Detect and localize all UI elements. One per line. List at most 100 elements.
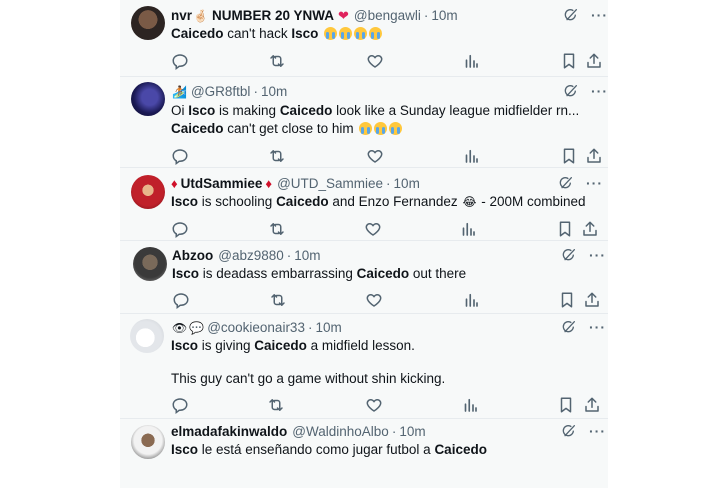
retweet-icon[interactable] <box>268 220 286 238</box>
grok-icon[interactable] <box>561 247 577 263</box>
views-icon[interactable] <box>459 220 477 238</box>
grok-icon[interactable] <box>561 319 577 335</box>
tweet-text: Isco is deadass embarrassing Caicedo out… <box>172 266 467 281</box>
tweet-text-line-1: Oi Isco is making Caicedo look like a Su… <box>171 103 580 118</box>
crying-emoji-icon <box>324 27 338 40</box>
bookmark-icon[interactable] <box>557 396 575 414</box>
bookmark-icon[interactable] <box>560 52 578 70</box>
retweet-icon[interactable] <box>268 52 286 70</box>
share-icon[interactable] <box>581 220 599 238</box>
tweet-text: Caicedo can't hack Isco <box>171 25 383 43</box>
views-icon[interactable] <box>461 396 479 414</box>
separator-dot: · <box>423 8 429 23</box>
eye-emoji-icon: 👁 <box>172 321 188 335</box>
tweet-text-line-2: This guy can't go a game without shin ki… <box>171 371 446 386</box>
tweet[interactable]: 🏄🏾 @GR8ftbl · 10m ··· Oi Isco is making … <box>120 77 608 167</box>
avatar[interactable] <box>131 425 165 459</box>
tweet[interactable]: ♦ UtdSammiee ♦ @UTD_Sammiee · 10m ··· Is… <box>120 168 608 240</box>
avatar[interactable] <box>131 6 165 40</box>
retweet-icon[interactable] <box>267 396 285 414</box>
fingers-emoji-icon: 🤞🏻 <box>193 9 208 23</box>
user-handle[interactable]: @bengawli <box>354 7 421 25</box>
more-icon[interactable]: ··· <box>591 7 608 23</box>
crying-emoji-icon <box>389 122 403 135</box>
user-handle[interactable]: @abz9880 <box>218 247 284 265</box>
timestamp[interactable]: 10m <box>315 319 341 337</box>
more-icon[interactable]: ··· <box>589 423 606 439</box>
crying-emoji-icon <box>359 122 373 135</box>
speech-bubble-emoji-icon: 💬 <box>189 321 205 335</box>
tweet-text: Isco le está enseñando como jugar futbol… <box>171 442 487 457</box>
more-icon[interactable]: ··· <box>586 175 603 191</box>
reply-icon[interactable] <box>171 52 189 70</box>
timeline: nvr 🤞🏻 NUMBER 20 YNWA ❤ @bengawli · 10m … <box>120 0 608 488</box>
separator-dot: · <box>253 84 258 99</box>
reply-icon[interactable] <box>171 220 189 238</box>
display-name[interactable]: Abzoo <box>172 247 213 265</box>
tweet-text: Isco is schooling Caicedo and Enzo Ferna… <box>171 194 586 209</box>
separator-dot: · <box>391 424 397 439</box>
retweet-icon[interactable] <box>268 147 286 165</box>
reply-icon[interactable] <box>171 147 189 165</box>
timestamp[interactable]: 10m <box>261 83 287 101</box>
reply-icon[interactable] <box>171 396 189 414</box>
heart-icon[interactable] <box>366 147 384 165</box>
retweet-icon[interactable] <box>269 291 287 309</box>
tweet[interactable]: Abzoo @abz9880 · 10m ··· Isco is deadass… <box>120 241 608 313</box>
surfer-emoji-icon: 🏄🏾 <box>172 85 187 99</box>
display-name[interactable]: elmadafakinwaldo <box>171 423 287 441</box>
separator-dot: · <box>307 320 313 335</box>
bookmark-icon[interactable] <box>558 291 576 309</box>
red-diamond-icon: ♦ <box>265 176 273 191</box>
display-name-prefix[interactable]: nvr <box>171 7 192 25</box>
laughing-emoji-icon: 😂 <box>462 195 477 209</box>
reply-icon[interactable] <box>172 291 190 309</box>
avatar[interactable] <box>131 175 165 209</box>
crying-emoji-icon <box>339 27 353 40</box>
views-icon[interactable] <box>462 147 480 165</box>
grok-icon[interactable] <box>563 7 579 23</box>
separator-dot: · <box>386 176 391 191</box>
crying-emoji-icon <box>369 27 383 40</box>
heart-icon[interactable] <box>364 220 382 238</box>
tweet-text-line-2: Caicedo can't get close to him <box>171 120 403 138</box>
bookmark-icon[interactable] <box>556 220 574 238</box>
tweet[interactable]: 👁 💬 @cookieonair33 · 10m ··· Isco is giv… <box>120 314 608 418</box>
avatar[interactable] <box>133 247 167 281</box>
user-handle[interactable]: @cookieonair33 <box>207 319 305 337</box>
views-icon[interactable] <box>462 52 480 70</box>
separator-dot: · <box>286 248 292 263</box>
timestamp[interactable]: 10m <box>294 247 320 265</box>
avatar[interactable] <box>130 319 164 353</box>
avatar[interactable] <box>131 82 165 116</box>
red-diamond-icon: ♦ <box>171 176 178 191</box>
timestamp[interactable]: 10m <box>399 423 425 441</box>
grok-icon[interactable] <box>563 83 579 99</box>
heart-icon[interactable] <box>365 291 383 309</box>
bookmark-icon[interactable] <box>560 147 578 165</box>
timestamp[interactable]: 10m <box>431 7 457 25</box>
heart-icon[interactable] <box>366 52 384 70</box>
tweet[interactable]: nvr 🤞🏻 NUMBER 20 YNWA ❤ @bengawli · 10m … <box>120 0 608 76</box>
user-handle[interactable]: @UTD_Sammiee <box>277 175 383 193</box>
tweet[interactable]: elmadafakinwaldo @WaldinhoAlbo · 10m ···… <box>120 419 608 488</box>
more-icon[interactable]: ··· <box>589 319 606 335</box>
more-icon[interactable]: ··· <box>589 247 606 263</box>
tweet-text-line-1: Isco is giving Caicedo a midfield lesson… <box>171 338 415 353</box>
views-icon[interactable] <box>462 291 480 309</box>
share-icon[interactable] <box>583 396 601 414</box>
more-icon[interactable]: ··· <box>591 83 608 99</box>
display-name[interactable]: UtdSammiee <box>181 175 263 193</box>
share-icon[interactable] <box>585 147 603 165</box>
grok-icon[interactable] <box>558 175 574 191</box>
crying-emoji-icon <box>354 27 368 40</box>
display-name[interactable]: NUMBER 20 YNWA <box>212 7 334 25</box>
heart-icon[interactable] <box>365 396 383 414</box>
share-icon[interactable] <box>585 52 603 70</box>
crying-emoji-icon <box>374 122 388 135</box>
timestamp[interactable]: 10m <box>394 175 420 193</box>
user-handle[interactable]: @GR8ftbl <box>191 83 250 101</box>
user-handle[interactable]: @WaldinhoAlbo <box>292 423 389 441</box>
grok-icon[interactable] <box>561 423 577 439</box>
share-icon[interactable] <box>583 291 601 309</box>
